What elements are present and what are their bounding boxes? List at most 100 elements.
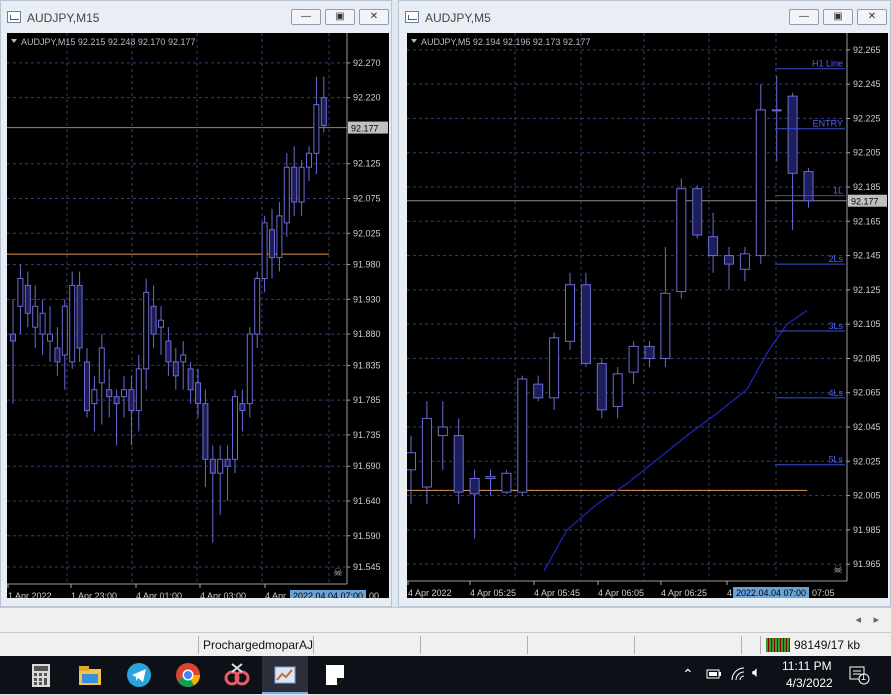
traffic-status: 98149/17 kb [794,638,861,652]
expert-advisor-icon: ☠︎ [833,564,843,576]
file-explorer-icon[interactable] [75,660,105,690]
maximize-button[interactable]: ▣ [823,9,853,25]
candle-body [533,383,544,399]
minimize-button[interactable]: — [789,9,819,25]
notification-count: 1 [861,672,867,682]
notification-center-icon[interactable] [848,664,870,689]
chart-menu-icon [11,39,17,43]
level-label: 2Ls [828,254,843,264]
candle-body [232,396,238,460]
time-label: 4 Apr 2022 [408,588,452,598]
taskbar-clock-time[interactable]: 11:11 PM [782,659,832,673]
candle-body [485,476,496,479]
volume-icon[interactable]: 🔈︎ [752,664,761,681]
crosshair-time-label: 2022.04.04 07:00 [293,591,363,598]
title-bar[interactable]: AUDJPY,M5 — ▣ ✕ [399,1,890,33]
scroll-left-icon[interactable]: ◂ [855,613,861,626]
candle-body [172,361,179,377]
price-label: 92.125 [353,159,381,169]
candle-body [787,95,798,174]
crosshair-time-label: 2022.04.04 07:00 [736,588,806,598]
time-label: 4 [727,588,732,598]
chart-area[interactable]: AUDJPY,M5 92.194 92.196 92.173 92.177 92.… [406,33,888,599]
candle-body [10,333,16,342]
candle-body [549,337,560,399]
price-label: 91.930 [353,294,381,304]
price-label: 91.785 [353,395,381,405]
candle-body [128,389,135,412]
battery-icon[interactable] [706,666,722,685]
telegram-icon[interactable] [124,660,154,690]
candle-body [565,284,575,342]
time-label: 4 Apr 06:25 [661,588,707,598]
price-label: 92.085 [853,353,881,363]
price-label: 92.125 [853,285,881,295]
price-label: 91.590 [353,531,381,541]
candle-body [580,284,591,365]
close-button[interactable]: ✕ [857,9,887,25]
window-audjpy-m15[interactable]: AUDJPY,M15 — ▣ ✕ AUDJPY,M15 92.215 92.24… [0,0,392,607]
candle-body [121,389,127,398]
chart-area[interactable]: AUDJPY,M15 92.215 92.248 92.170 92.177 92… [7,33,389,602]
time-label: 1 Apr 2022 [8,591,52,598]
chart-window-icon [7,11,21,23]
time-label-end: 00 [369,591,379,598]
level-label: H1 Line [812,59,843,69]
time-label: 4 Apr 06:05 [598,588,644,598]
candle-body [803,171,814,202]
scroll-right-icon[interactable]: ▸ [873,613,879,626]
taskbar-clock-date[interactable]: 4/3/2022 [786,676,833,690]
candle-body [39,312,46,335]
time-label: 4 Apr 01:00 [136,591,182,598]
divider [634,636,635,654]
sticky-notes-icon[interactable] [320,660,350,690]
candle-body [98,347,105,384]
chart-m5[interactable]: AUDJPY,M5 92.194 92.196 92.173 92.177 92.… [406,33,888,599]
calculator-icon[interactable] [26,660,56,690]
candle-body [596,363,607,411]
divider [420,636,421,654]
candle-body [437,426,448,437]
price-label: 92.025 [853,456,881,466]
candle-body [320,97,327,126]
candle-body [469,477,480,495]
price-label: 91.985 [853,525,881,535]
time-label: 4 Apr 05:25 [470,588,516,598]
price-label: 92.045 [853,422,881,432]
minimize-button[interactable]: — [291,9,321,25]
price-label: 92.145 [853,251,881,261]
current-price-label: 92.177 [851,197,879,207]
candle-body [261,222,268,279]
time-label: 4 Apr 05:45 [534,588,580,598]
price-label: 92.205 [853,148,881,158]
candle-body [32,305,39,328]
price-label: 92.245 [853,79,881,89]
show-hidden-icons-icon[interactable]: ⌃ [682,666,694,683]
chart-m15[interactable]: AUDJPY,M15 92.215 92.248 92.170 92.177 92… [7,33,389,602]
window-audjpy-m5[interactable]: AUDJPY,M5 — ▣ ✕ AUDJPY,M5 92.194 92.196 … [398,0,891,607]
price-label: 92.165 [853,216,881,226]
metatrader-icon[interactable] [270,660,300,690]
candle-body [421,417,432,488]
candle-body [676,188,687,293]
candle-body [76,284,83,349]
price-label: 92.065 [853,388,881,398]
title-bar[interactable]: AUDJPY,M15 — ▣ ✕ [1,1,391,33]
candle-body [708,236,719,257]
divider [527,636,528,654]
divider [741,636,742,654]
price-label: 92.220 [353,93,381,103]
price-label: 91.735 [353,430,381,440]
chrome-icon[interactable] [173,660,203,690]
maximize-button[interactable]: ▣ [325,9,355,25]
candle-body [195,382,201,405]
snipping-tool-icon[interactable] [222,660,252,690]
level-label: 3Ls [828,321,843,331]
chart-tab-strip: ◂ ▸ [0,607,891,633]
divider [198,636,199,654]
close-button[interactable]: ✕ [359,9,389,25]
wifi-icon[interactable] [730,666,746,685]
candle-body [298,166,305,203]
price-label: 91.980 [353,260,381,270]
profile-name: ProchargedmoparAJ [203,638,314,652]
